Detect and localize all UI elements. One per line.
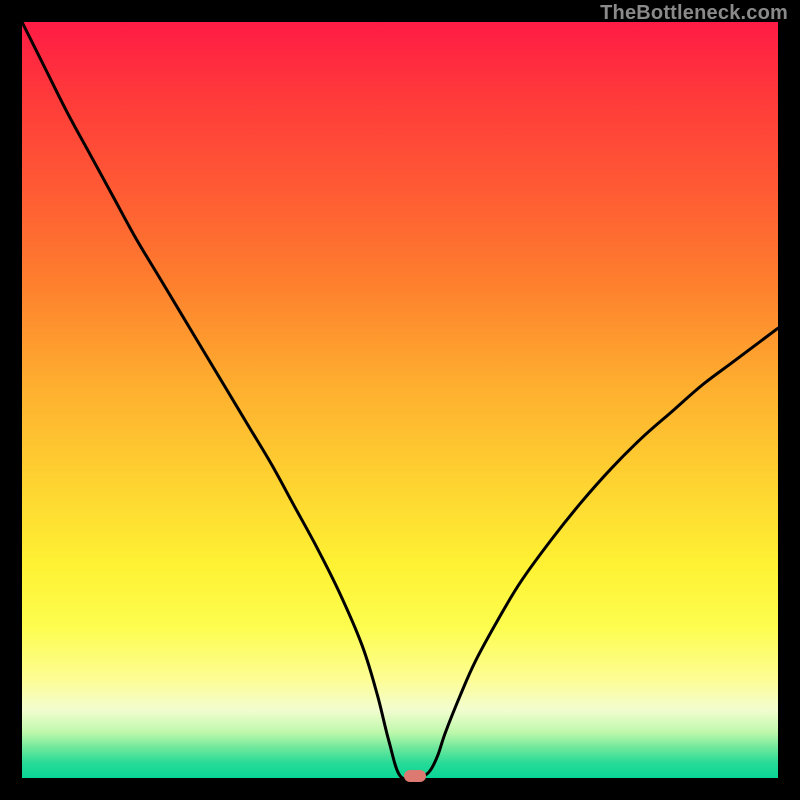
curve-layer [22,22,778,778]
chart-stage: TheBottleneck.com [0,0,800,800]
watermark-text: TheBottleneck.com [600,2,788,25]
optimum-marker [404,770,426,782]
bottleneck-curve [22,22,778,779]
